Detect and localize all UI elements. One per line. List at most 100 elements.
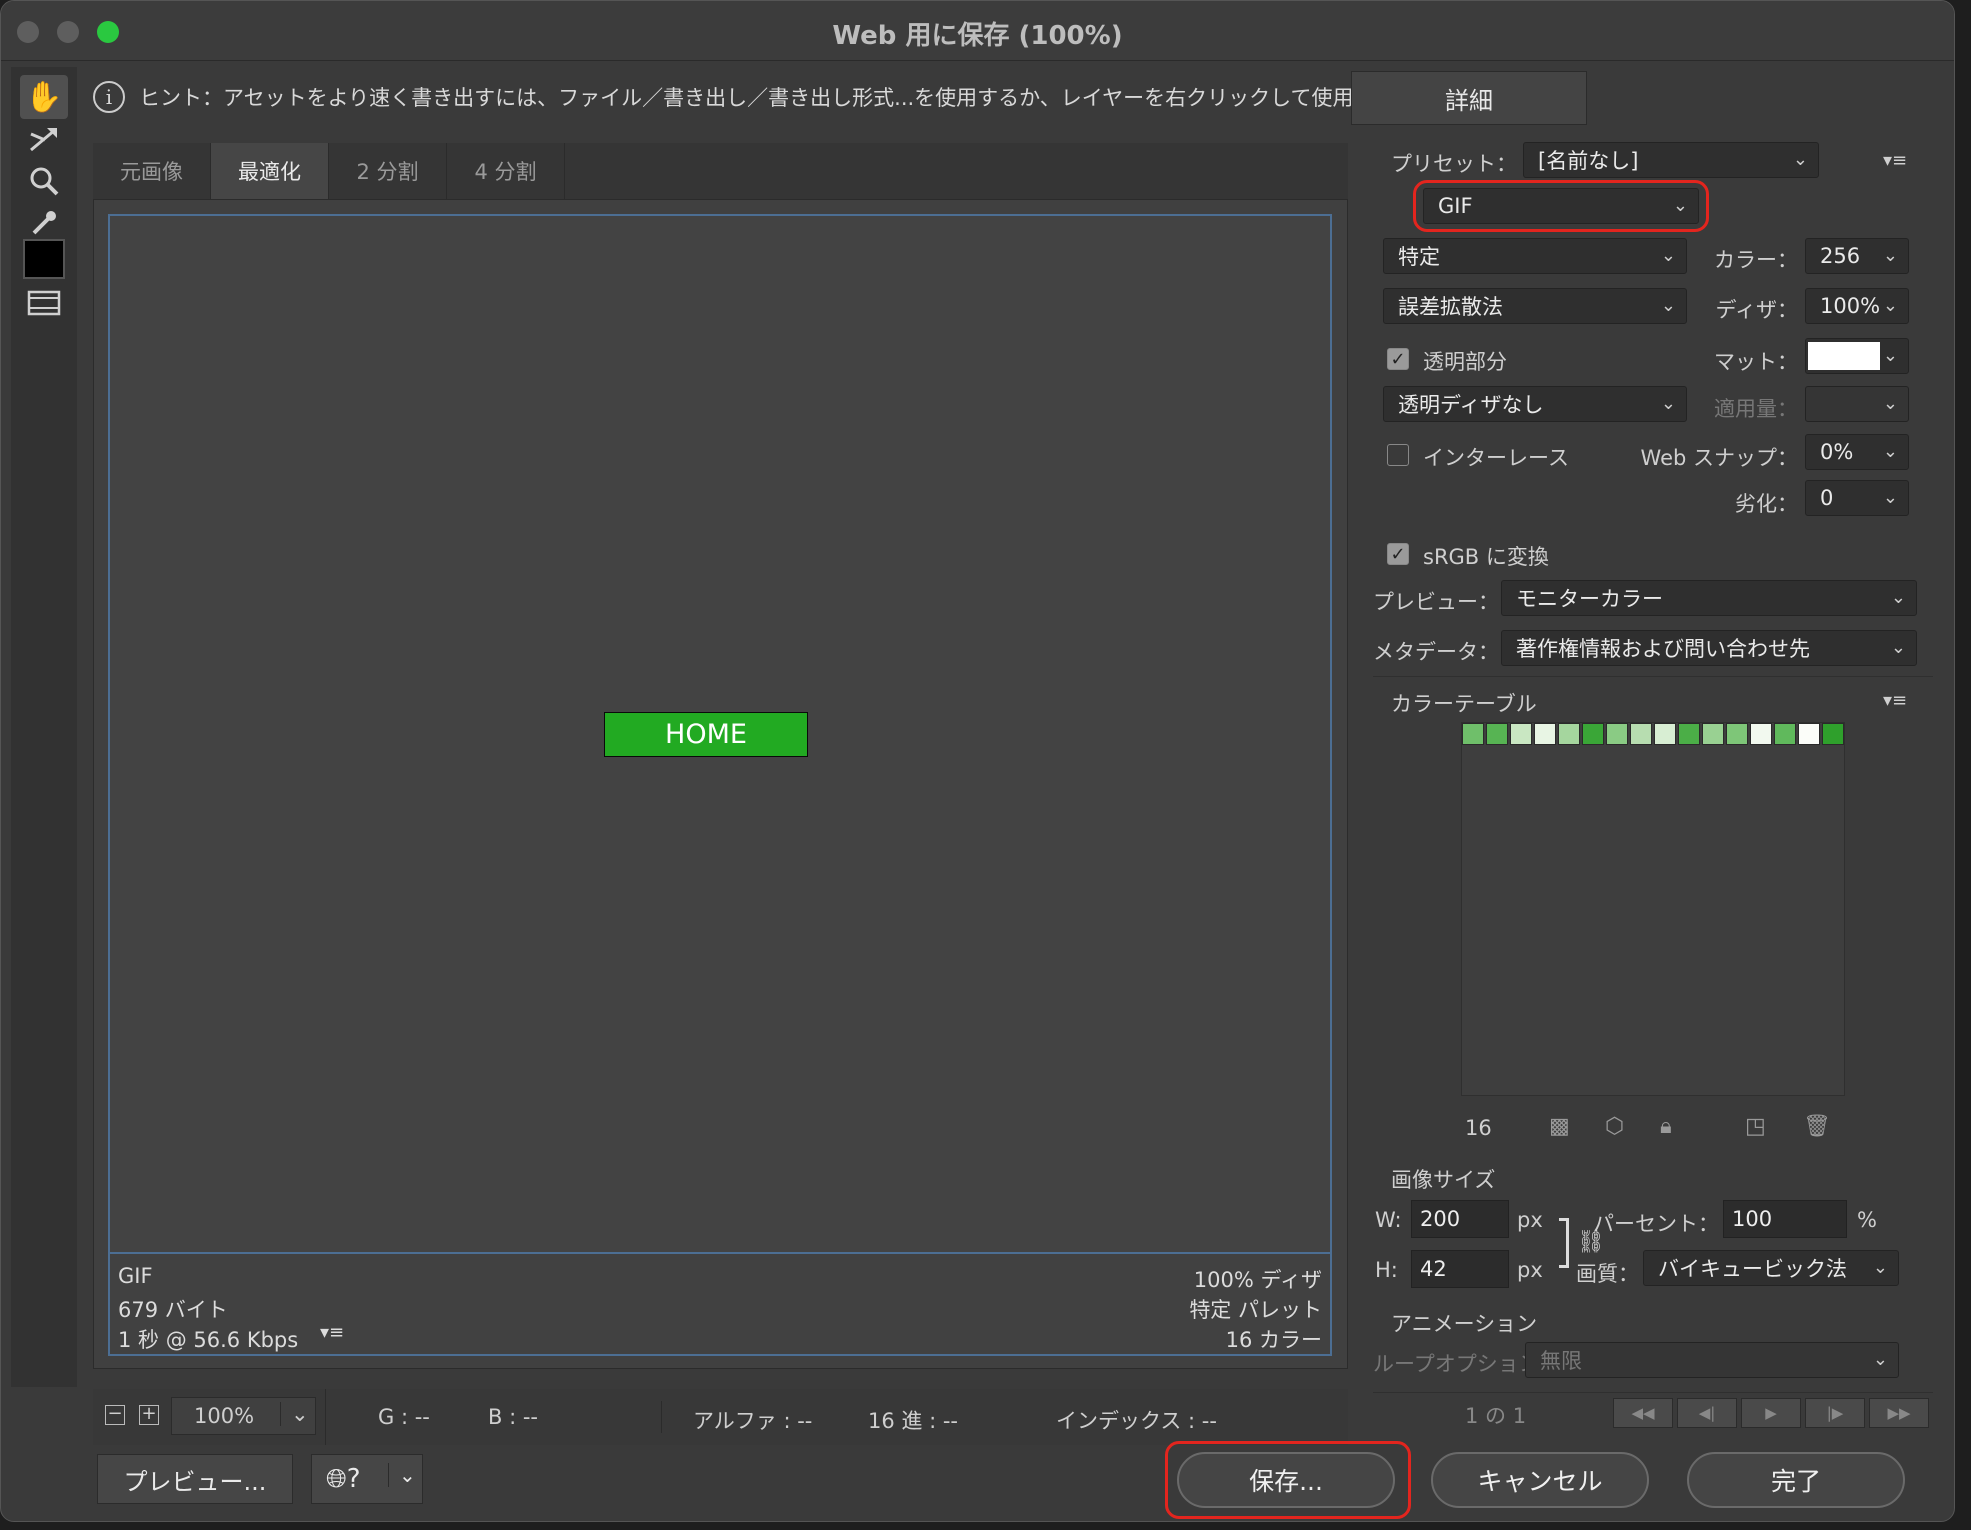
color-swatch[interactable] [1606, 723, 1628, 745]
map-to-transparent-icon[interactable]: ▩ [1549, 1114, 1570, 1139]
chevron-down-icon: ⌄ [1660, 295, 1676, 316]
tab-optimized[interactable]: 最適化 [211, 143, 329, 199]
zoom-level-select[interactable]: 100% ⌄ [171, 1397, 316, 1435]
interlace-label: インターレース [1423, 446, 1569, 470]
last-frame-icon[interactable]: ▶▶ [1869, 1398, 1929, 1428]
color-swatch[interactable] [1486, 723, 1508, 745]
cancel-button[interactable]: キャンセル [1431, 1452, 1649, 1508]
interlace-checkbox[interactable] [1387, 444, 1409, 466]
transparency-dither-select[interactable]: 透明ディザなし ⌄ [1383, 386, 1687, 422]
matte-select[interactable]: ⌄ [1805, 338, 1909, 374]
width-input[interactable]: 200 [1411, 1200, 1509, 1238]
previous-frame-icon[interactable]: ◀| [1677, 1398, 1737, 1428]
info-icon: i [93, 81, 125, 113]
chevron-down-icon: ⌄ [280, 1402, 309, 1426]
convert-srgb-checkbox[interactable]: ✓ [1387, 543, 1409, 565]
dither-algorithm-select[interactable]: 誤差拡散法 ⌄ [1383, 288, 1687, 324]
slice-select-tool-icon[interactable] [20, 117, 68, 161]
zoom-tool-icon[interactable] [20, 159, 68, 203]
colors-select[interactable]: 256 ⌄ [1805, 238, 1909, 274]
width-unit: px [1517, 1208, 1543, 1232]
dither-amount-select[interactable]: 100% ⌄ [1805, 288, 1909, 324]
metadata-select[interactable]: 著作権情報および問い合わせ先 ⌄ [1501, 630, 1917, 666]
color-swatch[interactable] [1654, 723, 1676, 745]
color-swatch[interactable] [1678, 723, 1700, 745]
lock-color-icon[interactable]: 🔒︎ [1660, 1114, 1672, 1139]
zoom-level-value: 100% [194, 1404, 255, 1428]
hint-text: ヒント：アセットをより速く書き出すには、ファイル／書き出し／書き出し形式...を… [139, 86, 1375, 110]
preview-color-label: プレビュー： [1373, 590, 1499, 614]
divider [1373, 1392, 1933, 1393]
height-unit: px [1517, 1258, 1543, 1282]
title-bar: Web 用に保存 (100%) [1, 1, 1954, 61]
browser-select-button[interactable]: 🌐︎? ⌄ [311, 1454, 423, 1504]
websnap-value: 0% [1820, 440, 1854, 464]
color-swatch[interactable] [1774, 723, 1796, 745]
info-colors: 16 カラー [1225, 1328, 1322, 1352]
color-swatch[interactable] [1798, 723, 1820, 745]
resample-quality-select[interactable]: バイキュービック法 ⌄ [1643, 1250, 1899, 1286]
preview-color-value: モニターカラー [1516, 587, 1663, 611]
detail-button[interactable]: 詳細 [1351, 71, 1587, 125]
hint-bar: i ヒント：アセットをより速く書き出すには、ファイル／書き出し／書き出し形式..… [93, 71, 1375, 123]
first-frame-icon[interactable]: ◀◀ [1613, 1398, 1673, 1428]
color-swatch[interactable] [1534, 723, 1556, 745]
hand-tool-icon[interactable]: ✋ [20, 75, 68, 119]
color-swatch[interactable] [1510, 723, 1532, 745]
toggle-slices-icon[interactable] [20, 281, 68, 325]
preset-label: プリセット： [1391, 152, 1517, 176]
play-icon[interactable]: ▶ [1741, 1398, 1801, 1428]
constrain-bracket [1559, 1218, 1569, 1268]
height-label: H: [1375, 1258, 1398, 1282]
tab-original[interactable]: 元画像 [93, 143, 211, 199]
globe-help-icon: 🌐︎? [326, 1463, 361, 1494]
chevron-down-icon: ⌄ [1872, 1349, 1888, 1370]
eyedropper-color-swatch[interactable] [23, 239, 65, 279]
next-frame-icon[interactable]: |▶ [1805, 1398, 1865, 1428]
pixel-alpha-readout: アルファ : -- [693, 1409, 813, 1433]
divider [661, 1401, 662, 1433]
color-swatch[interactable] [1702, 723, 1724, 745]
divider [1373, 676, 1933, 677]
image-preview-canvas[interactable]: HOME [108, 214, 1332, 1254]
web-shift-cube-icon[interactable]: ⬡ [1605, 1114, 1624, 1139]
lossy-value: 0 [1820, 486, 1834, 510]
color-table[interactable] [1461, 722, 1845, 1096]
color-swatch[interactable] [1462, 723, 1484, 745]
metadata-value: 著作権情報および問い合わせ先 [1516, 637, 1810, 661]
websnap-select[interactable]: 0% ⌄ [1805, 434, 1909, 470]
color-swatch[interactable] [1750, 723, 1772, 745]
preset-select[interactable]: [名前なし] ⌄ [1523, 142, 1819, 178]
metadata-label: メタデータ： [1373, 640, 1499, 664]
dither-algorithm-value: 誤差拡散法 [1398, 295, 1503, 319]
loop-options-select: 無限 ⌄ [1525, 1342, 1899, 1378]
color-swatch[interactable] [1558, 723, 1580, 745]
pixel-b-readout: B : -- [488, 1405, 538, 1429]
chevron-down-icon: ⌄ [1882, 393, 1898, 414]
color-swatch[interactable] [1630, 723, 1652, 745]
chevron-down-icon: ⌄ [1890, 587, 1906, 608]
optimize-menu-icon[interactable]: ▾≡ [1883, 150, 1907, 171]
transparency-checkbox[interactable]: ✓ [1387, 348, 1409, 370]
transparency-label: 透明部分 [1423, 350, 1507, 374]
info-download-time: 1 秒 @ 56.6 Kbps [118, 1328, 299, 1352]
lossy-select[interactable]: 0 ⌄ [1805, 480, 1909, 516]
tab-4-up[interactable]: 4 分割 [447, 143, 565, 199]
color-reduction-select[interactable]: 特定 ⌄ [1383, 238, 1687, 274]
optimized-info-panel: GIF 679 バイト 1 秒 @ 56.6 Kbps ▾≡ 100% ディザ … [108, 1254, 1332, 1356]
percent-input[interactable]: 100 [1723, 1200, 1847, 1238]
preview-in-browser-button[interactable]: プレビュー... [97, 1454, 293, 1504]
trash-icon[interactable]: 🗑︎ [1803, 1114, 1831, 1139]
height-input[interactable]: 42 [1411, 1250, 1509, 1288]
zoom-in-icon[interactable]: + [139, 1405, 159, 1425]
color-table-menu-icon[interactable]: ▾≡ [1883, 690, 1907, 711]
done-button[interactable]: 完了 [1687, 1452, 1905, 1508]
tab-2-up[interactable]: 2 分割 [329, 143, 447, 199]
preview-color-select[interactable]: モニターカラー ⌄ [1501, 580, 1917, 616]
color-swatch[interactable] [1822, 723, 1844, 745]
new-color-icon[interactable]: ◳ [1745, 1114, 1766, 1139]
color-swatch[interactable] [1582, 723, 1604, 745]
download-speed-menu-icon[interactable]: ▾≡ [320, 1322, 344, 1343]
color-swatch[interactable] [1726, 723, 1748, 745]
zoom-out-icon[interactable]: − [105, 1405, 125, 1425]
